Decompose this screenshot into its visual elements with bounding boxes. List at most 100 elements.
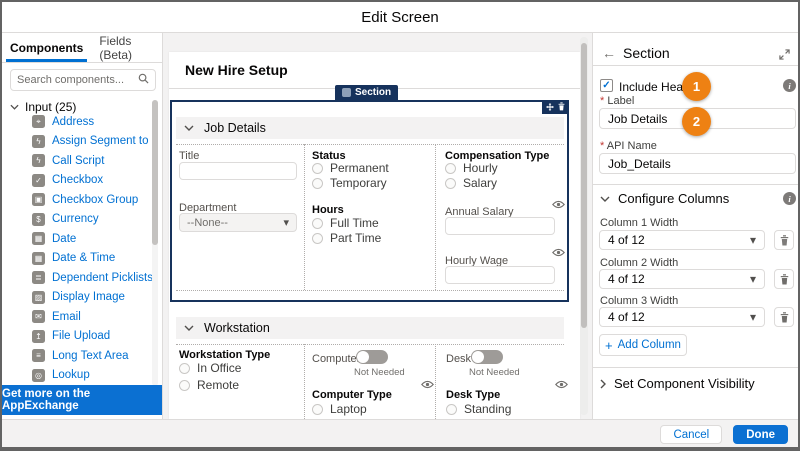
visibility-eye-icon[interactable] bbox=[552, 244, 565, 262]
api-name-field-input[interactable] bbox=[599, 153, 796, 174]
component-item-address[interactable]: ⌖Address bbox=[2, 112, 152, 132]
info-icon[interactable]: i bbox=[783, 192, 796, 205]
chevron-down-icon bbox=[184, 125, 194, 131]
radio-temporary[interactable]: Temporary bbox=[312, 176, 387, 190]
component-item-checkbox[interactable]: ✓Checkbox bbox=[2, 171, 152, 191]
component-item-lookup[interactable]: ◎Lookup bbox=[2, 366, 152, 386]
radio-part-time[interactable]: Part Time bbox=[312, 231, 381, 245]
add-column-button[interactable]: + Add Column bbox=[599, 334, 687, 356]
radio-remote[interactable]: Remote bbox=[179, 378, 239, 392]
column-3-width-select[interactable]: 4 of 12▾ bbox=[599, 307, 765, 327]
email-icon: ✉ bbox=[32, 310, 45, 323]
workstation-type-label: Workstation Type bbox=[179, 349, 270, 361]
radio-hourly[interactable]: Hourly bbox=[445, 161, 498, 175]
upload-icon: ↥ bbox=[32, 330, 45, 343]
canvas-scrollbar-thumb[interactable] bbox=[581, 43, 587, 328]
computer-toggle[interactable] bbox=[356, 350, 388, 364]
column-1-width-select[interactable]: 4 of 12▾ bbox=[599, 230, 765, 250]
address-icon: ⌖ bbox=[32, 115, 45, 128]
column-3-width-label: Column 3 Width bbox=[600, 295, 678, 307]
divider bbox=[176, 290, 564, 291]
visibility-eye-icon[interactable] bbox=[421, 376, 434, 394]
back-arrow-icon[interactable]: ← bbox=[602, 45, 616, 61]
component-item-assign-segment[interactable]: ϟAssign Segment to Promo... bbox=[2, 132, 152, 152]
component-item-call-script[interactable]: ϟCall Script bbox=[2, 151, 152, 171]
lookup-icon: ◎ bbox=[32, 369, 45, 382]
configure-columns-header[interactable]: Configure Columns bbox=[600, 191, 729, 206]
done-button[interactable]: Done bbox=[733, 425, 788, 444]
radio-standing[interactable]: Standing bbox=[446, 402, 511, 416]
textarea-icon: ≡ bbox=[32, 349, 45, 362]
column-2-width-label: Column 2 Width bbox=[600, 257, 678, 269]
include-header-checkbox[interactable]: ✓ bbox=[600, 79, 613, 92]
component-item-checkbox-group[interactable]: ▣Checkbox Group bbox=[2, 190, 152, 210]
component-item-display-image[interactable]: ▨Display Image bbox=[2, 288, 152, 308]
component-item-date[interactable]: ▦Date bbox=[2, 229, 152, 249]
divider bbox=[176, 144, 564, 145]
component-item-email[interactable]: ✉Email bbox=[2, 307, 152, 327]
component-item-datetime[interactable]: ▦Date & Time bbox=[2, 249, 152, 269]
trash-icon[interactable] bbox=[558, 98, 565, 116]
checkbox-group-icon: ▣ bbox=[32, 193, 45, 206]
cancel-button[interactable]: Cancel bbox=[660, 425, 722, 444]
title-field-input[interactable] bbox=[179, 162, 297, 180]
expand-icon[interactable] bbox=[779, 47, 790, 65]
delete-column-1-button[interactable] bbox=[774, 230, 794, 250]
search-components-box[interactable] bbox=[10, 69, 156, 91]
radio-permanent[interactable]: Permanent bbox=[312, 161, 389, 175]
search-input[interactable] bbox=[17, 74, 138, 86]
chevron-down-icon: ▾ bbox=[750, 272, 756, 286]
computer-type-label: Computer Type bbox=[312, 389, 392, 401]
hourly-wage-input[interactable] bbox=[445, 266, 555, 284]
column-divider bbox=[435, 144, 436, 290]
radio-icon bbox=[312, 178, 323, 189]
info-icon[interactable]: i bbox=[783, 79, 796, 92]
component-item-long-text-area[interactable]: ≡Long Text Area bbox=[2, 346, 152, 366]
annual-salary-input[interactable] bbox=[445, 217, 555, 235]
radio-icon bbox=[445, 178, 456, 189]
job-details-section-header[interactable]: Job Details bbox=[176, 117, 564, 139]
checkbox-icon: ✓ bbox=[32, 174, 45, 187]
desk-toggle[interactable] bbox=[471, 350, 503, 364]
screen-title: New Hire Setup bbox=[185, 62, 288, 78]
column-2-width-select[interactable]: 4 of 12▾ bbox=[599, 269, 765, 289]
component-item-file-upload[interactable]: ↥File Upload bbox=[2, 327, 152, 347]
components-scrollbar[interactable] bbox=[152, 100, 158, 386]
modal-footer: Cancel Done bbox=[2, 419, 798, 449]
date-icon: ▦ bbox=[32, 232, 45, 245]
department-select[interactable]: --None-- ▾ bbox=[179, 213, 297, 232]
divider bbox=[593, 65, 800, 66]
canvas-scrollbar[interactable] bbox=[580, 37, 588, 415]
radio-laptop[interactable]: Laptop bbox=[312, 402, 367, 416]
tab-components[interactable]: Components bbox=[2, 33, 91, 62]
tab-fields-beta[interactable]: Fields (Beta) bbox=[91, 33, 162, 62]
component-item-currency[interactable]: $Currency bbox=[2, 210, 152, 230]
search-icon bbox=[138, 71, 149, 89]
selected-section-tab[interactable]: Section bbox=[335, 85, 398, 101]
radio-full-time[interactable]: Full Time bbox=[312, 216, 379, 230]
section-icon bbox=[342, 88, 351, 97]
computer-toggle-label: Computer bbox=[312, 353, 360, 365]
appexchange-banner[interactable]: Get more on the AppExchange bbox=[2, 385, 162, 415]
visibility-eye-icon[interactable] bbox=[552, 196, 565, 214]
divider bbox=[176, 344, 564, 345]
components-scrollbar-thumb[interactable] bbox=[152, 100, 158, 245]
radio-in-office[interactable]: In Office bbox=[179, 361, 241, 375]
delete-column-3-button[interactable] bbox=[774, 307, 794, 327]
visibility-eye-icon[interactable] bbox=[555, 376, 568, 394]
radio-icon bbox=[312, 404, 323, 415]
panel-tabs: Components Fields (Beta) bbox=[2, 33, 162, 63]
label-field-label: Label bbox=[600, 95, 634, 107]
image-icon: ▨ bbox=[32, 291, 45, 304]
radio-salary[interactable]: Salary bbox=[445, 176, 497, 190]
workstation-section-header[interactable]: Workstation bbox=[176, 317, 564, 339]
component-item-dependent-picklists[interactable]: ≣Dependent Picklists bbox=[2, 268, 152, 288]
divider bbox=[593, 184, 800, 185]
divider bbox=[593, 367, 800, 368]
delete-column-2-button[interactable] bbox=[774, 269, 794, 289]
chevron-down-icon bbox=[10, 104, 19, 110]
title-field-label: Title bbox=[179, 150, 199, 162]
radio-icon bbox=[179, 363, 190, 374]
set-component-visibility-header[interactable]: Set Component Visibility bbox=[600, 376, 755, 391]
move-icon[interactable] bbox=[546, 98, 554, 116]
